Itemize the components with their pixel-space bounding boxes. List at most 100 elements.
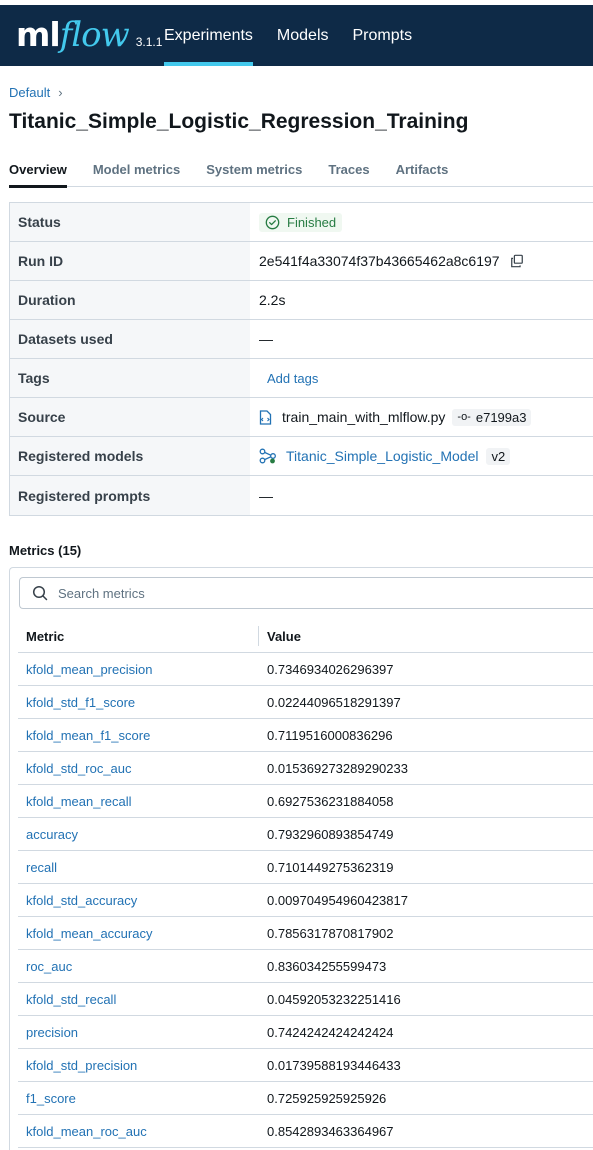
version-label: 3.1.1 — [135, 35, 163, 49]
metric-value: 0.7101449275362319 — [267, 859, 394, 875]
metric-name-link[interactable]: kfold_mean_recall — [18, 785, 259, 817]
metrics-title: Metrics (15) — [9, 543, 82, 558]
datasets-value: — — [259, 331, 273, 347]
metric-value: 0.8542893463364967 — [267, 1123, 394, 1139]
table-row: kfold_std_precision 0.01739588193446433 — [18, 1049, 593, 1082]
model-icon — [259, 448, 276, 464]
metric-name-link[interactable]: kfold_std_recall — [18, 983, 259, 1015]
run-details-table: Status Finished Run ID 2e541f4a33074f37b… — [9, 202, 593, 516]
table-row: kfold_std_roc_auc 0.015369273289290233 — [18, 752, 593, 785]
run-id-label: Run ID — [10, 242, 250, 280]
metric-value: 0.725925925925926 — [267, 1090, 387, 1106]
git-commit-hash: e7199a3 — [475, 409, 527, 425]
metric-name-link[interactable]: kfold_std_accuracy — [18, 884, 259, 916]
top-navbar: ml flow 3.1.1 Experiments Models Prompts — [0, 5, 593, 66]
table-row: kfold_mean_f1_score 0.7119516000836296 — [18, 719, 593, 752]
table-row: precision 0.7424242424242424 — [18, 1016, 593, 1049]
table-row: kfold_std_accuracy 0.009704954960423817 — [18, 884, 593, 917]
tags-row: Tags Add tags — [10, 359, 593, 398]
metric-value: 0.01739588193446433 — [267, 1057, 401, 1073]
metric-name-link[interactable]: precision — [18, 1016, 259, 1048]
mlflow-logo[interactable]: ml flow 3.1.1 — [0, 5, 164, 66]
table-row: recall 0.7101449275362319 — [18, 851, 593, 884]
table-row: f1_score 0.725925925925926 — [18, 1082, 593, 1115]
source-file[interactable]: train_main_with_mlflow.py — [282, 409, 445, 425]
datasets-label: Datasets used — [10, 320, 250, 358]
check-circle-icon — [265, 215, 280, 229]
add-tags-button[interactable]: Add tags — [267, 371, 318, 386]
registered-models-row: Registered models Titanic_Simple_Logisti… — [10, 437, 593, 476]
tab-artifacts[interactable]: Artifacts — [396, 161, 449, 187]
search-metrics-input[interactable] — [58, 585, 558, 601]
table-row: kfold_std_f1_score 0.02244096518291397 — [18, 686, 593, 719]
page-title: Titanic_Simple_Logistic_Regression_Train… — [9, 110, 469, 133]
copy-icon[interactable] — [510, 254, 524, 268]
run-id-row: Run ID 2e541f4a33074f37b43665462a8c6197 — [10, 242, 593, 281]
run-tabs: Overview Model metrics System metrics Tr… — [9, 161, 593, 188]
table-row: kfold_mean_recall 0.6927536231884058 — [18, 785, 593, 818]
metric-name-link[interactable]: kfold_mean_f1_score — [18, 719, 259, 751]
metric-value: 0.836034255599473 — [267, 958, 387, 974]
metric-name-link[interactable]: f1_score — [18, 1082, 259, 1114]
table-row: accuracy 0.7932960893854749 — [18, 818, 593, 851]
table-row: kfold_std_recall 0.04592053232251416 — [18, 983, 593, 1016]
table-row: kfold_mean_roc_auc 0.8542893463364967 — [18, 1115, 593, 1148]
metric-value: 0.7424242424242424 — [267, 1024, 394, 1040]
metric-name-link[interactable]: roc_auc — [18, 950, 259, 982]
nav-models[interactable]: Models — [277, 5, 329, 66]
metric-value: 0.7856317870817902 — [267, 925, 394, 941]
tags-label: Tags — [10, 359, 250, 397]
nav-menu: Experiments Models Prompts — [164, 5, 436, 66]
duration-label: Duration — [10, 281, 250, 319]
table-row: roc_auc 0.836034255599473 — [18, 950, 593, 983]
tab-overview[interactable]: Overview — [9, 161, 67, 188]
metric-name-link[interactable]: kfold_std_roc_auc — [18, 752, 259, 784]
nav-experiments[interactable]: Experiments — [164, 5, 253, 66]
metric-value: 0.04592053232251416 — [267, 991, 401, 1007]
registered-prompts-row: Registered prompts — — [10, 476, 593, 515]
metric-name-link[interactable]: kfold_std_f1_score — [18, 686, 259, 718]
git-commit-icon: -o- — [457, 411, 471, 423]
metric-value: 0.02244096518291397 — [267, 694, 401, 710]
breadcrumb-experiment-link[interactable]: Default — [9, 85, 50, 100]
tab-system-metrics[interactable]: System metrics — [206, 161, 302, 187]
git-commit-badge: -o- e7199a3 — [452, 408, 532, 426]
breadcrumb: Default › — [9, 85, 63, 100]
status-label: Status — [10, 203, 250, 241]
value-column-header[interactable]: Value — [259, 620, 301, 652]
metric-value: 0.7346934026296397 — [267, 661, 394, 677]
table-row: kfold_mean_precision 0.7346934026296397 — [18, 653, 593, 686]
metric-name-link[interactable]: recall — [18, 851, 259, 883]
status-row: Status Finished — [10, 203, 593, 242]
metric-value: 0.009704954960423817 — [267, 892, 408, 908]
metric-name-link[interactable]: accuracy — [18, 818, 259, 850]
tab-traces[interactable]: Traces — [328, 161, 369, 187]
search-icon — [32, 585, 48, 601]
metric-name-link[interactable]: kfold_mean_roc_auc — [18, 1115, 259, 1147]
metrics-panel: Metric Value kfold_mean_precision 0.73469… — [9, 567, 593, 1150]
metric-column-header[interactable]: Metric — [18, 620, 258, 652]
nav-prompts[interactable]: Prompts — [353, 5, 413, 66]
source-label: Source — [10, 398, 250, 436]
table-row: kfold_mean_accuracy 0.7856317870817902 — [18, 917, 593, 950]
source-row: Source train_main_with_mlflow.py -o- e71… — [10, 398, 593, 437]
metric-value: 0.6927536231884058 — [267, 793, 394, 809]
duration-row: Duration 2.2s — [10, 281, 593, 320]
metrics-search — [19, 577, 593, 609]
metric-name-link[interactable]: kfold_mean_precision — [18, 653, 259, 685]
registered-prompts-value: — — [259, 487, 273, 504]
metric-value: 0.7119516000836296 — [267, 727, 393, 743]
registered-model-link[interactable]: Titanic_Simple_Logistic_Model — [286, 448, 478, 464]
datasets-row: Datasets used — — [10, 320, 593, 359]
model-version-badge: v2 — [486, 447, 511, 465]
notebook-file-icon — [259, 409, 272, 425]
metric-name-link[interactable]: kfold_std_precision — [18, 1049, 259, 1081]
tab-model-metrics[interactable]: Model metrics — [93, 161, 180, 187]
logo-flow-text: flow — [59, 15, 130, 55]
logo-ml-text: ml — [16, 15, 61, 54]
metrics-table-body: kfold_mean_precision 0.7346934026296397 kf… — [18, 653, 593, 1148]
status-text: Finished — [287, 214, 337, 230]
metric-name-link[interactable]: kfold_mean_accuracy — [18, 917, 259, 949]
metrics-table-header: Metric Value — [18, 620, 593, 653]
registered-prompts-label: Registered prompts — [10, 476, 250, 515]
